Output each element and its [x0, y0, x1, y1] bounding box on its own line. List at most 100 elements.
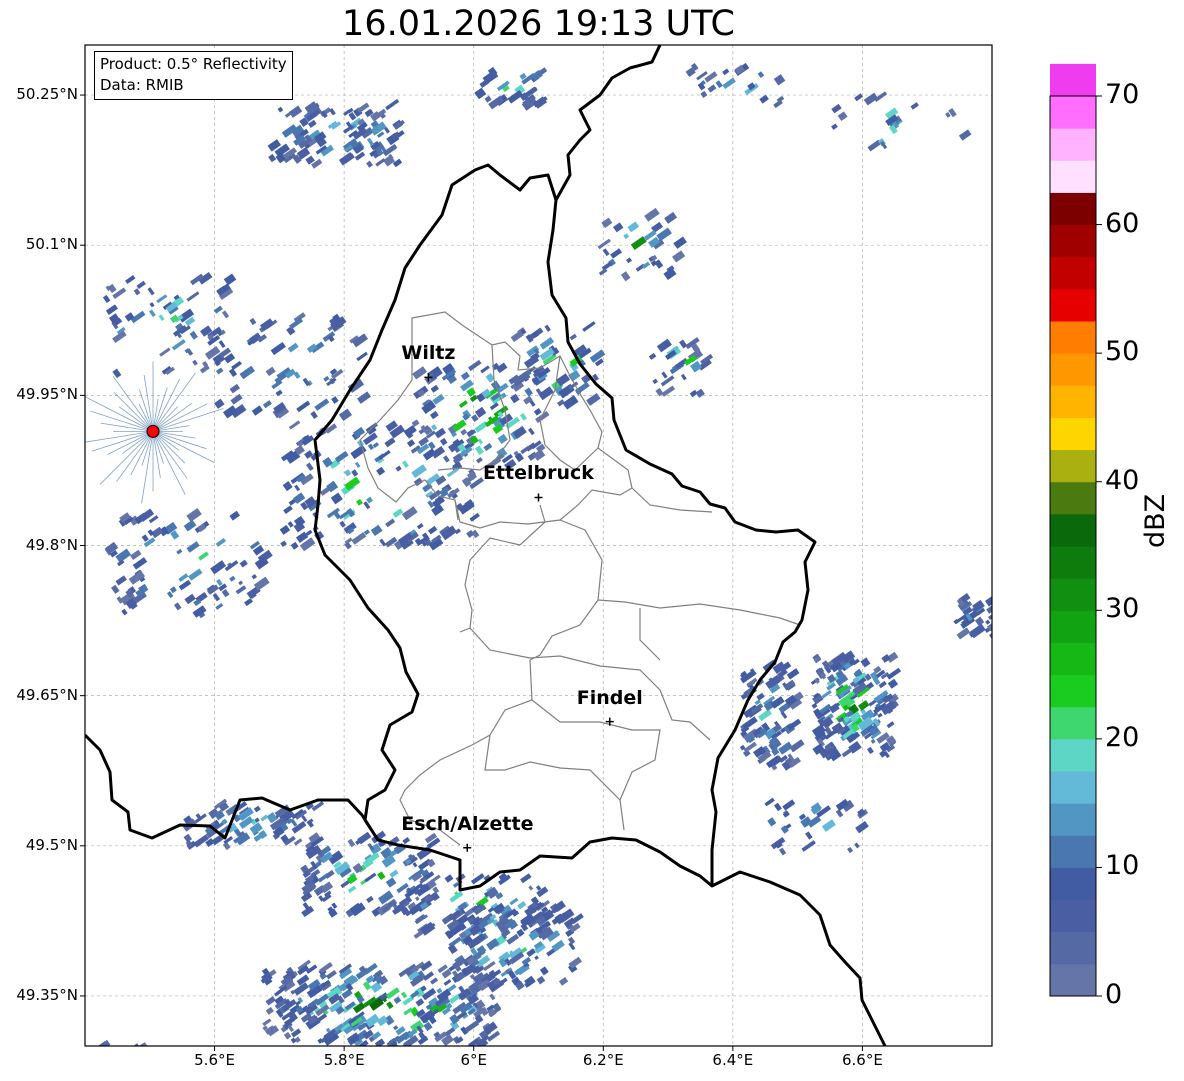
radar-echo	[442, 455, 450, 463]
radar-echo	[477, 438, 484, 445]
radar-echo	[984, 596, 992, 607]
radar-echo	[218, 340, 226, 349]
radar-echo	[270, 341, 286, 356]
radar-echo	[544, 324, 551, 332]
radar-echo	[228, 368, 238, 378]
radar-echo	[125, 275, 136, 284]
radar-echo	[831, 123, 838, 130]
radar-echo	[786, 668, 800, 680]
radar-spoke	[152, 408, 224, 432]
radar-echo	[294, 484, 301, 492]
radar-spoke	[112, 376, 154, 432]
radar-echo	[378, 449, 391, 461]
radar-echo	[985, 619, 991, 625]
radar-echo	[831, 103, 842, 114]
radar-echo	[402, 460, 409, 469]
city-label: Ettelbruck	[483, 462, 594, 485]
radar-echo	[136, 280, 146, 290]
radar-echo	[432, 886, 440, 894]
radar-echo	[176, 548, 183, 555]
radar-echo	[238, 580, 244, 586]
colorbar-segment	[1050, 546, 1096, 579]
radar-echo	[260, 814, 269, 822]
radar-echo	[149, 302, 155, 308]
radar-echo	[627, 221, 640, 233]
radar-echo	[392, 158, 403, 168]
colorbar-segment	[1050, 63, 1096, 97]
radar-echo	[533, 407, 542, 416]
city-marker	[534, 493, 543, 502]
radar-echo	[212, 593, 221, 602]
radar-echo	[370, 524, 383, 537]
radar-echo	[567, 936, 576, 945]
radar-echo	[288, 105, 303, 118]
radar-echo	[656, 338, 672, 353]
latitude-tick-label: 49.95°N	[16, 385, 78, 404]
radar-echo	[265, 996, 276, 1006]
radar-echo	[88, 1062, 99, 1072]
radar-echo	[275, 389, 283, 397]
radar-echo	[352, 862, 364, 874]
radar-echo	[509, 897, 519, 906]
radar-echo	[877, 712, 883, 718]
radar-echo	[338, 408, 353, 422]
radar-echo	[147, 287, 155, 296]
radar-echo	[773, 74, 786, 86]
radar-echo	[366, 895, 374, 903]
radar-echo	[290, 541, 299, 550]
radar-echo	[111, 584, 120, 594]
radar-echo	[186, 541, 200, 553]
radar-echo	[742, 716, 758, 730]
colorbar-tick-label: 50	[1105, 336, 1140, 368]
longitude-tick-marks	[214, 1046, 863, 1051]
radar-echo	[262, 400, 272, 409]
latitude-tick-label: 49.5°N	[25, 835, 78, 854]
radar-echo	[773, 802, 782, 812]
radar-echo	[109, 1077, 121, 1081]
radar-map	[80, 44, 1102, 1081]
radar-echo	[673, 236, 687, 249]
radar-echo	[427, 525, 438, 535]
radar-echo	[837, 111, 848, 121]
colorbar-segment	[1050, 481, 1096, 515]
radar-echo	[323, 375, 330, 382]
radar-echo	[296, 400, 311, 413]
radar-echo	[991, 594, 992, 605]
radar-echo	[287, 342, 299, 353]
radar-echo	[534, 955, 539, 960]
radar-echo	[351, 532, 367, 545]
radar-echo	[854, 842, 860, 849]
radar-echo	[488, 95, 504, 110]
radar-spoke	[152, 431, 188, 479]
radar-echo	[866, 746, 874, 755]
radar-spoke	[92, 431, 154, 452]
radar-echo	[821, 819, 836, 832]
radar-echo	[539, 966, 549, 976]
radar-echo	[375, 158, 386, 167]
radar-echo	[393, 1025, 399, 1031]
radar-echo	[414, 896, 420, 901]
radar-echo	[480, 365, 490, 374]
radar-echo	[118, 1072, 132, 1081]
radar-echo	[484, 95, 492, 103]
radar-echo	[122, 1054, 137, 1066]
radar-echo	[136, 1066, 144, 1073]
radar-echo	[229, 383, 241, 394]
radar-echo	[265, 366, 276, 377]
radar-echo	[870, 738, 876, 744]
colorbar-segment	[1050, 192, 1096, 226]
latitude-tick-label: 49.35°N	[16, 985, 78, 1004]
city-label: Findel	[576, 686, 643, 709]
colorbar-label: dBZ	[1140, 493, 1171, 548]
radar-spoke	[152, 431, 207, 450]
radar-echo	[189, 330, 198, 340]
radar-echo	[305, 462, 314, 472]
radar-echoes	[88, 62, 992, 1081]
radar-echo	[173, 602, 182, 611]
radar-echo	[120, 1064, 127, 1072]
radar-echo	[367, 443, 375, 451]
radar-echo	[460, 428, 468, 436]
radar-spoke	[90, 410, 154, 432]
colorbar-tick-label: 40	[1105, 464, 1140, 496]
colorbar-segment	[1050, 160, 1096, 193]
